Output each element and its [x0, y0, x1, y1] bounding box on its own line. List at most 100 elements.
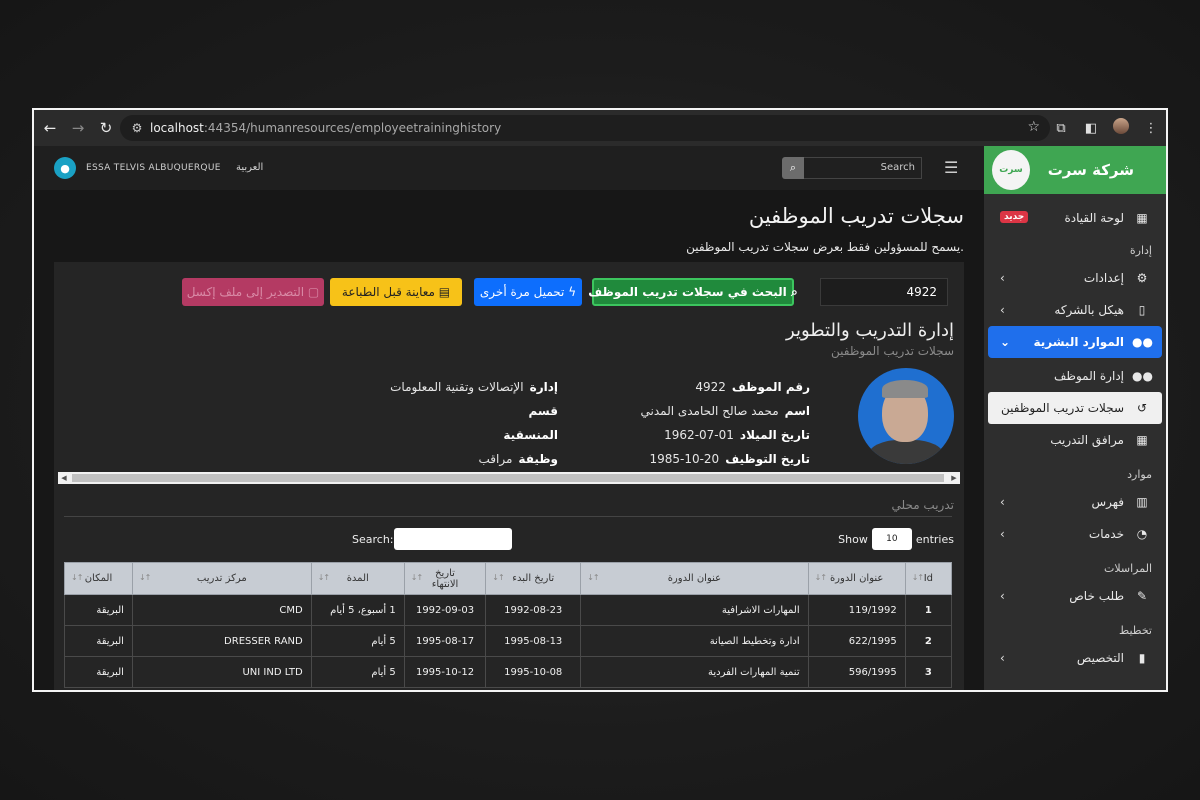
browser-menu-icon[interactable]: ⋮	[1138, 121, 1164, 136]
sidebar-section-planning: تخطيط	[1119, 624, 1152, 637]
table-row[interactable]: 3 596/1995 تنمية المهارات الفردية 1995-1…	[64, 656, 953, 688]
sidebar-item-settings[interactable]: ‹ إعدادات ⚙	[984, 262, 1166, 294]
employee-number-input[interactable]: 4922	[820, 278, 948, 306]
extensions-icon[interactable]: ⧉	[1048, 121, 1074, 136]
sort-icon: ↑↓	[410, 573, 423, 582]
info-hire: تاريخ التوظيف 1985-10-20	[649, 452, 810, 466]
screenshot-frame: ← → ↻ ⚙ localhost:44354/humanresources/e…	[32, 108, 1168, 692]
brand-header[interactable]: سرت شركة سرت	[984, 146, 1166, 194]
top-search-input[interactable]: Search	[804, 157, 922, 179]
forward-icon[interactable]: →	[64, 114, 92, 142]
table-search: Search:	[352, 528, 514, 550]
cell-id: 3	[904, 656, 953, 688]
sidebar-item-index[interactable]: ‹ فهرس ▥	[984, 486, 1166, 518]
sidebar-item-label: إدارة الموظف	[1053, 369, 1124, 383]
col-course-title[interactable]: عنوان الدورة ↑↓	[580, 562, 809, 595]
sort-icon: ↑↓	[138, 573, 151, 582]
sidebar: سرت شركة سرت جديد لوحة القيادة ▦ إدارة ‹…	[984, 146, 1166, 690]
emp-no-value: 4922	[695, 380, 726, 394]
browser-toolbar: ← → ↻ ⚙ localhost:44354/humanresources/e…	[34, 110, 1166, 146]
search-icon[interactable]: ⌕	[782, 157, 804, 179]
sidebar-item-employee-mgmt[interactable]: إدارة الموظف ●●	[984, 360, 1166, 392]
sidebar-item-special-request[interactable]: ‹ طلب خاص ✎	[984, 580, 1166, 612]
address-bar[interactable]: ⚙ localhost:44354/humanresources/employe…	[120, 115, 1050, 141]
chevron-left-icon: ‹	[1000, 527, 1005, 541]
profile-avatar[interactable]	[1108, 118, 1134, 138]
print-label: معاينة قبل الطباعة	[341, 285, 435, 299]
col-course-code[interactable]: عنوان الدورة ↑↓	[807, 562, 906, 595]
sidebar-section-correspondence: المراسلات	[1103, 562, 1152, 575]
url-host: localhost	[150, 121, 204, 135]
job-value: مراقب	[478, 452, 513, 466]
info-dept: إدارة الإتصالات وتقنية المعلومات	[390, 380, 558, 394]
reload-label: تحميل مرة أخرى	[479, 285, 565, 299]
language-link[interactable]: العربية	[236, 162, 263, 173]
print-preview-button[interactable]: معاينة قبل الطباعة ▤	[330, 278, 462, 306]
col-id[interactable]: Id ↑↓	[904, 562, 953, 595]
export-excel-button[interactable]: التصدير إلى ملف إكسل ▢	[182, 278, 324, 306]
company-logo: سرت	[992, 150, 1030, 190]
cell-duration: 5 أيام	[310, 625, 405, 657]
building-icon: ▯	[1138, 303, 1146, 317]
sidebar-item-label: طلب خاص	[1069, 589, 1124, 603]
allocation-icon: ▮	[1138, 651, 1146, 665]
reload-icon[interactable]: ↻	[92, 114, 120, 142]
sidebar-item-training-facilities[interactable]: مرافق التدريب ▦	[984, 424, 1166, 456]
scroll-left-icon[interactable]: ◀	[58, 472, 70, 484]
table-row[interactable]: 1 119/1992 المهارات الاشرافية 1992-08-23…	[64, 594, 953, 626]
side-panel-icon[interactable]: ◧	[1078, 121, 1104, 136]
chevron-left-icon: ‹	[1000, 651, 1005, 665]
sidebar-item-label: مرافق التدريب	[1050, 433, 1124, 447]
info-job: وظيفة مراقب	[479, 452, 558, 466]
col-id-label: Id	[923, 573, 933, 584]
export-label: التصدير إلى ملف إكسل	[186, 285, 305, 299]
employee-photo	[858, 368, 954, 464]
horizontal-scrollbar[interactable]: ◀ ▶	[58, 472, 960, 484]
cell-course-code: 622/1995	[807, 625, 906, 657]
cell-duration: 1 أسبوع، 5 أيام	[310, 594, 405, 626]
user-cog-icon: ⚙	[1136, 271, 1148, 285]
entries-select[interactable]: 10	[871, 528, 912, 550]
building-icon: ▦	[1136, 433, 1148, 447]
chevron-left-icon: ‹	[1000, 589, 1005, 603]
show-label: Show	[838, 532, 868, 546]
printer-icon: ▤	[438, 285, 451, 299]
cell-training-center: DRESSER RAND	[131, 625, 312, 657]
info-name: اسم محمد صالح الحامدى المدني	[640, 404, 810, 418]
col-start-date[interactable]: تاريخ البدء ↑↓	[485, 562, 582, 595]
cell-course-code: 596/1995	[807, 656, 906, 688]
site-settings-icon[interactable]: ⚙	[124, 121, 150, 135]
sort-icon: ↑↓	[492, 573, 504, 582]
search-records-button[interactable]: البحث في سجلات تدريب الموظف ⌕	[588, 278, 798, 306]
menu-toggle-icon[interactable]: ☰	[944, 158, 958, 177]
table-search-input[interactable]	[393, 528, 512, 550]
scroll-right-icon[interactable]: ▶	[948, 472, 960, 484]
sidebar-item-dashboard[interactable]: جديد لوحة القيادة ▦	[984, 202, 1166, 234]
table-row[interactable]: 2 622/1995 ادارة وتخطيط الصيانة 1995-08-…	[64, 625, 953, 657]
user-menu[interactable]: ● ESSA TELVIS ALBUQUERQUE	[54, 157, 221, 179]
user-group-icon: ●●	[1132, 369, 1153, 383]
job-label: وظيفة	[518, 452, 558, 466]
sidebar-item-services[interactable]: ‹ خدمات ◔	[984, 518, 1166, 550]
entries-label: entries	[915, 532, 954, 546]
scroll-thumb[interactable]	[72, 474, 944, 482]
app-area: ● ESSA TELVIS ALBUQUERQUE العربية ⌕ Sear…	[34, 146, 1166, 690]
sidebar-item-structure[interactable]: ‹ هيكل بالشركه ▯	[984, 294, 1166, 326]
col-end-date[interactable]: تاريخ الانتهاء ↑↓	[403, 562, 487, 595]
table-header-row: Id ↑↓ عنوان الدورة ↑↓ عنوان الدورة ↑↓ تاريخ…	[64, 562, 953, 595]
hire-label: تاريخ التوظيف	[725, 452, 810, 466]
cell-training-center: UNI IND LTD	[131, 656, 312, 688]
col-duration[interactable]: المدة ↑↓	[310, 562, 405, 595]
sidebar-item-hr[interactable]: ⌄ الموارد البشرية ●●	[988, 326, 1162, 358]
search-records-label: البحث في سجلات تدريب الموظف	[588, 285, 787, 299]
sidebar-item-training-records[interactable]: سجلات تدريب الموظفين ↺	[988, 392, 1162, 424]
col-location[interactable]: المكان ↑↓	[64, 562, 133, 595]
sidebar-item-allocation[interactable]: ‹ التخصيص ▮	[984, 642, 1166, 674]
bookmark-star-icon[interactable]: ☆	[1027, 119, 1040, 135]
bolt-icon: ϟ	[568, 285, 577, 299]
col-training-center[interactable]: مركز تدريب ↑↓	[131, 562, 312, 595]
back-icon[interactable]: ←	[36, 114, 64, 142]
page-title: سجلات تدريب الموظفين	[748, 204, 964, 228]
reload-button[interactable]: تحميل مرة أخرى ϟ	[474, 278, 582, 306]
file-export-icon: ▢	[307, 285, 320, 299]
